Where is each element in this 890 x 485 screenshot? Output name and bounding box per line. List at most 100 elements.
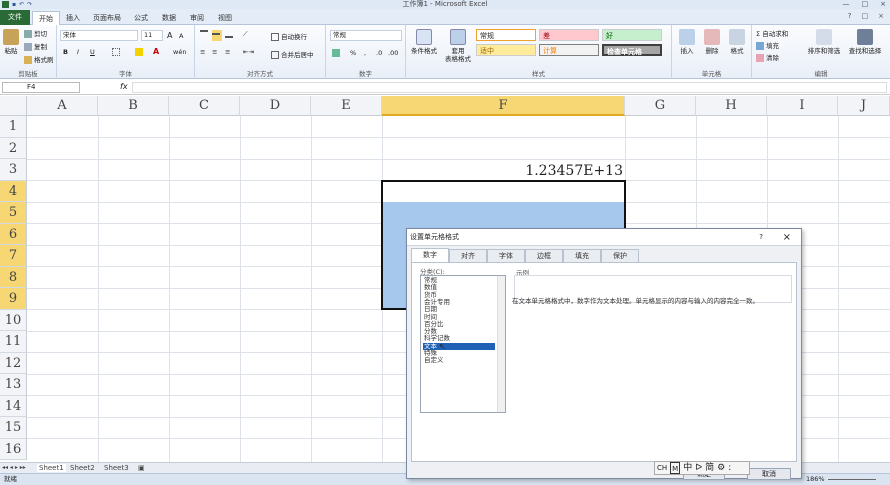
style-good[interactable]: 好 (602, 29, 662, 41)
style-normal[interactable]: 常规 (476, 29, 536, 41)
cancel-button[interactable]: 取消 (747, 468, 791, 480)
dialog-tab-protection[interactable]: 保护 (601, 249, 639, 262)
border-button[interactable] (112, 48, 122, 56)
dialog-help-button[interactable]: ? (759, 229, 763, 246)
paste-button[interactable]: 粘贴 (2, 29, 20, 55)
ime-moon-icon[interactable]: ᐅ (695, 462, 702, 474)
align-center-button[interactable]: ≡ (212, 48, 217, 56)
dialog-tab-alignment[interactable]: 对齐 (449, 249, 487, 262)
window-controls[interactable]: — □ × (843, 0, 887, 9)
underline-button[interactable]: U (90, 48, 95, 56)
format-painter-button[interactable]: 格式刷 (24, 54, 54, 64)
column-header-b[interactable]: B (98, 96, 169, 116)
function-icon[interactable]: fx (120, 82, 128, 91)
new-sheet-icon[interactable]: ▣ (138, 464, 145, 472)
row-header-16[interactable]: 16 (0, 438, 27, 460)
row-header-1[interactable]: 1 (0, 116, 27, 138)
column-header-d[interactable]: D (240, 96, 311, 116)
tab-view[interactable]: 视图 (212, 11, 238, 25)
close-button[interactable]: × (880, 0, 886, 9)
align-middle-button[interactable] (212, 30, 222, 41)
category-item[interactable]: 自定义 (423, 356, 495, 364)
column-header-a[interactable]: A (27, 96, 98, 116)
ime-settings-icon[interactable]: ⚙ (717, 462, 725, 474)
cut-button[interactable]: 剪切 (24, 28, 47, 38)
tab-data[interactable]: 数据 (156, 11, 182, 25)
increase-decimal-button[interactable]: .0 (376, 49, 382, 57)
font-color-button[interactable]: A (153, 47, 159, 56)
row-header-8[interactable]: 8 (0, 266, 27, 288)
row-header-15[interactable]: 15 (0, 417, 27, 439)
column-header-j[interactable]: J (838, 96, 890, 116)
align-left-button[interactable]: ≡ (200, 48, 205, 56)
row-header-6[interactable]: 6 (0, 223, 27, 245)
number-format-select[interactable]: 常规 (330, 30, 402, 41)
font-name-select[interactable]: 宋体 (60, 30, 138, 41)
column-header-e[interactable]: E (311, 96, 382, 116)
tab-formulas[interactable]: 公式 (128, 11, 154, 25)
column-header-i[interactable]: I (767, 96, 838, 116)
row-header-14[interactable]: 14 (0, 395, 27, 417)
tab-home[interactable]: 开始 (32, 11, 60, 25)
category-scrollbar[interactable] (497, 276, 505, 412)
ime-lang-icon[interactable]: CH (657, 462, 667, 474)
ime-simplified-icon[interactable]: 简 (705, 462, 714, 474)
restore-icon[interactable]: □ (862, 12, 869, 20)
tab-page-layout[interactable]: 页面布局 (87, 11, 127, 25)
row-header-9[interactable]: 9 (0, 288, 27, 310)
tab-file[interactable]: 文件 (0, 10, 30, 25)
close-workbook-icon[interactable]: × (878, 12, 884, 20)
grow-font-button[interactable]: A (167, 31, 172, 40)
category-list[interactable]: 常规 数值 货币 会计专用 日期 时间 百分比 分数 科学记数 文本 特殊 自定… (420, 275, 506, 413)
ime-chinese-icon[interactable]: 中 (683, 462, 692, 474)
format-as-table-button[interactable]: 套用 表格格式 (442, 29, 474, 63)
column-header-c[interactable]: C (169, 96, 240, 116)
sheet-tab-1[interactable]: Sheet1 (37, 464, 66, 472)
fill-button[interactable]: 填充 (756, 40, 779, 50)
align-right-button[interactable]: ≡ (225, 48, 230, 56)
font-size-select[interactable]: 11 (141, 30, 163, 41)
find-select-button[interactable]: 查找和选择 (845, 29, 885, 55)
row-header-12[interactable]: 12 (0, 352, 27, 374)
zoom-slider[interactable] (828, 479, 876, 480)
cell-f3[interactable]: 1.23457E+13 (382, 159, 623, 180)
tab-review[interactable]: 审阅 (184, 11, 210, 25)
dialog-tab-border[interactable]: 边框 (525, 249, 563, 262)
sort-filter-button[interactable]: 排序和筛选 (804, 29, 844, 55)
autosum-button[interactable]: Σ 自动求和 (756, 28, 788, 38)
conditional-format-button[interactable]: 条件格式 (408, 29, 440, 55)
row-header-4[interactable]: 4 (0, 180, 27, 202)
sheet-tab-2[interactable]: Sheet2 (70, 464, 95, 472)
shrink-font-button[interactable]: A (179, 32, 183, 40)
sheet-tab-3[interactable]: Sheet3 (104, 464, 129, 472)
dialog-tab-font[interactable]: 字体 (487, 249, 525, 262)
row-header-5[interactable]: 5 (0, 202, 27, 224)
wrap-text-button[interactable]: 自动换行 (271, 31, 307, 41)
align-bottom-button[interactable] (225, 30, 235, 38)
orientation-button[interactable]: ⟋ (243, 30, 248, 39)
ribbon-window-controls[interactable]: ? □ × (848, 12, 884, 20)
row-header-10[interactable]: 10 (0, 309, 27, 331)
tab-insert[interactable]: 插入 (60, 11, 86, 25)
row-header-2[interactable]: 2 (0, 137, 27, 159)
row-header-3[interactable]: 3 (0, 159, 27, 181)
column-header-g[interactable]: G (625, 96, 696, 116)
phonetic-button[interactable]: wén (173, 48, 186, 56)
align-top-button[interactable] (200, 30, 210, 38)
help-icon[interactable]: ? (848, 12, 852, 20)
style-calculation[interactable]: 计算 (539, 44, 599, 56)
style-bad[interactable]: 差 (539, 29, 599, 41)
delete-cells-button[interactable]: 删除 (701, 29, 723, 55)
ime-more-icon[interactable]: : (728, 462, 731, 474)
format-cells-button[interactable]: 格式 (726, 29, 748, 55)
comma-button[interactable]: , (364, 49, 366, 57)
select-all-button[interactable] (0, 96, 27, 116)
copy-button[interactable]: 复制 (24, 41, 47, 51)
dialog-close-button[interactable]: × (783, 229, 791, 246)
row-header-7[interactable]: 7 (0, 245, 27, 267)
minimize-button[interactable]: — (843, 0, 850, 9)
column-header-f[interactable]: F (382, 96, 625, 116)
insert-cells-button[interactable]: 插入 (676, 29, 698, 55)
column-header-h[interactable]: H (696, 96, 767, 116)
merge-center-button[interactable]: 合并后居中 (271, 49, 314, 59)
